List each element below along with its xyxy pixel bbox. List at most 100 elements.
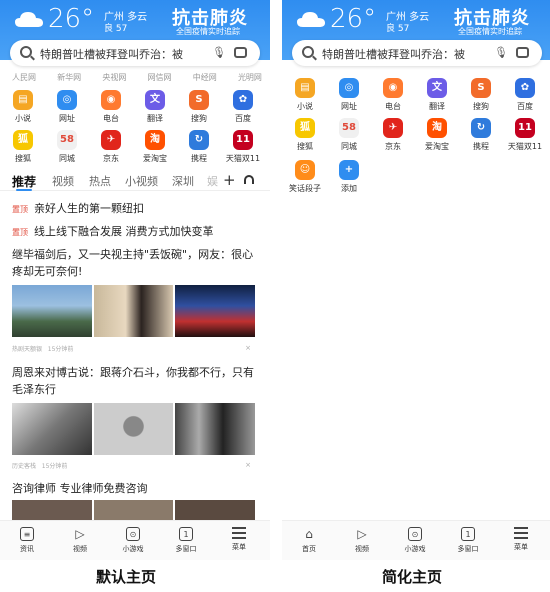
- tab-recommend[interactable]: 推荐: [12, 173, 36, 190]
- site-link[interactable]: 央视网: [102, 72, 126, 84]
- app-shortcut-58[interactable]: 58 同城: [44, 130, 90, 164]
- nav-minigame[interactable]: ⊙ 小游戏: [108, 527, 158, 554]
- 58-icon: 58: [339, 118, 359, 138]
- dismiss-icon[interactable]: ×: [245, 461, 251, 469]
- camera-icon[interactable]: [516, 47, 529, 58]
- tab-video[interactable]: 视频: [52, 173, 74, 189]
- app-shortcut-sohu[interactable]: 狐搜狐: [282, 118, 328, 152]
- app-shortcut-ctrip[interactable]: ↻ 携程: [458, 118, 504, 152]
- compass-icon: ◎: [339, 78, 359, 98]
- site-link[interactable]: 人民网: [12, 72, 36, 84]
- app-shortcut-translate[interactable]: 文翻译: [132, 90, 178, 124]
- add-tab-icon[interactable]: +: [223, 171, 236, 189]
- app-shortcut-taobao[interactable]: 淘爱淘宝: [132, 130, 178, 164]
- nav-multiwindow[interactable]: 1 多窗口: [443, 527, 493, 554]
- nav-home[interactable]: ⌂ 首页: [284, 527, 334, 554]
- article-time: 15分钟前: [47, 346, 74, 353]
- tab-shenzhen[interactable]: 深圳: [172, 173, 194, 189]
- epidemic-banner-subtitle[interactable]: 全国疫情实时追踪: [176, 26, 240, 37]
- nav-minigame[interactable]: ⊙ 小游戏: [390, 527, 440, 554]
- nav-multiwindow[interactable]: 1 多窗口: [161, 527, 211, 554]
- news-image: [93, 285, 174, 337]
- app-label: 搜狐: [15, 154, 31, 163]
- app-label: 同城: [59, 154, 75, 163]
- nav-label: 菜单: [514, 543, 528, 551]
- app-shortcut-sogou[interactable]: S 搜狗: [176, 90, 222, 124]
- app-shortcut-compass[interactable]: ◎ 网址: [44, 90, 90, 124]
- article-meta: 热剧天额银 15分钟前 ×: [12, 344, 255, 353]
- site-link[interactable]: 网信网: [148, 72, 172, 84]
- pinned-item[interactable]: 置顶 亲好人生的第一颗纽扣: [12, 200, 258, 216]
- app-shortcut-radio[interactable]: ◉ 电台: [370, 78, 416, 112]
- ad-article[interactable]: 咨询律师 专业律师免费咨询: [12, 480, 258, 497]
- headphones-icon[interactable]: [244, 175, 254, 184]
- joke-icon: ☺: [295, 160, 315, 180]
- app-shortcut-taobao[interactable]: 淘爱淘宝: [414, 118, 460, 152]
- epidemic-banner-subtitle[interactable]: 全国疫情实时追踪: [458, 26, 522, 37]
- tab-short-video[interactable]: 小视频: [125, 173, 158, 189]
- search-input[interactable]: 特朗普吐槽被拜登叫乔治：被: [40, 46, 183, 62]
- pinned-news[interactable]: 置顶 亲好人生的第一颗纽扣 置顶 线上线下融合发展 消费方式加快变革: [12, 200, 258, 239]
- nav-video[interactable]: ▷ 视频: [55, 527, 105, 554]
- article-images[interactable]: [12, 285, 256, 337]
- news-image: [93, 403, 174, 455]
- app-shortcut-sogou[interactable]: S 搜狗: [458, 78, 504, 112]
- app-shortcut-add[interactable]: + 添加: [326, 160, 372, 194]
- article-source: 历史客栈: [12, 463, 37, 470]
- pinned-item[interactable]: 置顶 线上线下融合发展 消费方式加快变革: [12, 223, 258, 239]
- news-article[interactable]: 周恩来对博古说：跟蒋介石斗，你我都不行，只有毛泽东行: [12, 364, 258, 398]
- app-shortcut-compass[interactable]: ◎ 网址: [326, 78, 372, 112]
- translate-icon: 文: [427, 78, 447, 98]
- app-shortcut-58[interactable]: 58 同城: [326, 118, 372, 152]
- article-images[interactable]: [12, 403, 256, 455]
- app-label: 百度: [235, 114, 251, 123]
- search-input[interactable]: 特朗普吐槽被拜登叫乔治：被: [322, 46, 465, 62]
- search-bar[interactable]: 特朗普吐槽被拜登叫乔治：被 🎙: [292, 40, 542, 66]
- dismiss-icon[interactable]: ×: [245, 344, 251, 352]
- site-link[interactable]: 光明网: [238, 72, 262, 84]
- app-shortcut-jd[interactable]: ✈ 京东: [88, 130, 134, 164]
- app-shortcut-translate[interactable]: 文翻译: [414, 78, 460, 112]
- app-shortcut-baidu[interactable]: ✿ 百度: [502, 78, 548, 112]
- app-shortcut-tmall[interactable]: 11 天猫双11: [220, 130, 266, 164]
- app-shortcut-jd[interactable]: ✈ 京东: [370, 118, 416, 152]
- app-label: 百度: [517, 102, 533, 111]
- app-shortcut-ctrip[interactable]: ↻ 携程: [176, 130, 222, 164]
- app-label: 天猫双11: [507, 142, 543, 151]
- microphone-icon[interactable]: 🎙: [212, 46, 226, 60]
- gamepad-icon: ⊙: [126, 527, 140, 541]
- nav-video[interactable]: ▷ 视频: [337, 527, 387, 554]
- app-shortcut-book[interactable]: ▤ 小说: [282, 78, 328, 112]
- app-shortcut-book[interactable]: ▤ 小说: [0, 90, 46, 124]
- search-icon: [20, 46, 32, 58]
- nav-label: 小游戏: [122, 545, 144, 553]
- nav-label: 资讯: [20, 545, 34, 553]
- search-bar[interactable]: 特朗普吐槽被拜登叫乔治：被 🎙: [10, 40, 260, 66]
- tab-hot[interactable]: 热点: [89, 173, 111, 189]
- app-shortcut-radio[interactable]: ◉ 电台: [88, 90, 134, 124]
- camera-icon[interactable]: [234, 47, 247, 58]
- menu-icon: [514, 527, 528, 539]
- app-shortcut-baidu[interactable]: ✿ 百度: [220, 90, 266, 124]
- app-shortcut-joke[interactable]: ☺ 笑话段子: [282, 160, 328, 194]
- site-link[interactable]: 新华网: [57, 72, 81, 84]
- site-links: 人民网 新华网 央视网 网信网 中经网 光明网: [12, 72, 262, 84]
- app-shortcut-sohu[interactable]: 狐搜狐: [0, 130, 46, 164]
- site-link[interactable]: 中经网: [193, 72, 217, 84]
- nav-menu[interactable]: 菜单: [214, 527, 264, 552]
- app-label: 小说: [15, 114, 31, 123]
- nav-menu[interactable]: 菜单: [496, 527, 546, 552]
- temperature: 26°: [48, 4, 95, 34]
- app-label: 京东: [385, 142, 401, 151]
- tab-entertainment[interactable]: 娱: [207, 173, 218, 189]
- app-label: 网址: [341, 102, 357, 111]
- cloud-icon: [15, 12, 43, 27]
- nav-news[interactable]: ≡ 资讯: [2, 527, 52, 554]
- app-label: 爱淘宝: [143, 154, 167, 163]
- article-images[interactable]: [12, 500, 256, 520]
- app-label: 爱淘宝: [425, 142, 449, 151]
- article-source: 热剧天额银: [12, 346, 43, 353]
- news-article[interactable]: 继毕福剑后，又一央视主持"丢饭碗"，网友：很心疼却无可奈何!: [12, 246, 258, 280]
- app-shortcut-tmall[interactable]: 11 天猫双11: [502, 118, 548, 152]
- microphone-icon[interactable]: 🎙: [494, 46, 508, 60]
